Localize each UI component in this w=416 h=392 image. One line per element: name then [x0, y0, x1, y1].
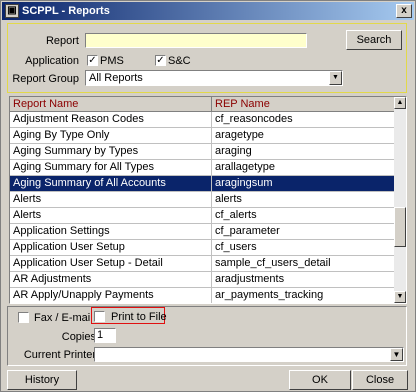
title-bar[interactable]: ▣ SCPPL - Reports x [2, 2, 414, 20]
report-group-value: All Reports [89, 72, 143, 84]
grid-body: Adjustment Reason Codes cf_reasoncodes Agi… [10, 112, 396, 303]
rep-name-cell: aragetype [215, 129, 264, 141]
sc-checkbox[interactable]: ✓ [155, 55, 166, 66]
copies-label: Copies [61, 331, 96, 343]
table-row[interactable]: AR Adjustments aradjustments [10, 272, 396, 288]
chevron-down-icon[interactable]: ▼ [390, 348, 403, 361]
current-printer-select[interactable]: ▼ [94, 347, 404, 362]
table-row[interactable]: Aging Summary of All Accounts aragingsum [10, 176, 396, 192]
search-button[interactable]: Search [346, 30, 402, 50]
output-panel: Fax / E-mail Print to File Copies 1 Curr… [7, 306, 407, 366]
report-group-select[interactable]: All Reports ▼ [85, 70, 343, 86]
fax-email-label: Fax / E-mail [34, 312, 93, 324]
filter-panel: Report Search Application ✓ PMS ✓ S&C Re… [7, 23, 407, 93]
report-group-label: Report Group [12, 73, 79, 85]
app-icon: ▣ [5, 4, 19, 18]
report-search-input[interactable] [85, 33, 307, 48]
table-row[interactable]: Adjustment Reason Codes cf_reasoncodes [10, 112, 396, 128]
report-name-cell: Adjustment Reason Codes [10, 112, 212, 127]
scroll-down-icon[interactable]: ▼ [394, 291, 406, 303]
report-name-cell: Application User Setup [10, 240, 212, 255]
rep-name-cell: aragingsum [215, 177, 273, 189]
pms-checkbox[interactable]: ✓ [87, 55, 98, 66]
copies-input[interactable]: 1 [94, 328, 116, 343]
report-name-cell: AR Apply/Unapply Payments [10, 288, 212, 303]
reports-grid: Report Name REP Name Adjustment Reason C… [9, 96, 407, 304]
report-name-cell: Alerts [10, 192, 212, 207]
close-button-label: Close [365, 374, 395, 386]
rep-name-cell: cf_reasoncodes [215, 113, 293, 125]
rep-name-cell: aradjustments [215, 273, 285, 285]
grid-header: Report Name REP Name [10, 97, 396, 112]
rep-name-cell: sample_cf_users_detail [215, 257, 331, 269]
report-label: Report [45, 35, 79, 47]
rep-name-cell: arallagetype [215, 161, 275, 173]
report-name-cell: Application User Setup - Detail [10, 256, 212, 271]
table-row[interactable]: AR Apply/Unapply Payments ar_payments_tra… [10, 288, 396, 303]
column-header-report-name[interactable]: Report Name [10, 97, 212, 112]
ok-button[interactable]: OK [289, 370, 351, 390]
report-name-cell: Aging Summary for All Types [10, 160, 212, 175]
rep-name-cell: cf_users [215, 241, 257, 253]
scroll-thumb[interactable] [394, 207, 406, 247]
report-name-cell: Aging By Type Only [10, 128, 212, 143]
close-button[interactable]: Close [352, 370, 408, 390]
window-close-button[interactable]: x [396, 4, 412, 18]
rep-name-cell: cf_parameter [215, 225, 280, 237]
rep-name-cell: araging [215, 145, 252, 157]
table-row[interactable]: Application Settings cf_parameter [10, 224, 396, 240]
table-row[interactable]: Aging Summary by Types araging [10, 144, 396, 160]
ok-button-label: OK [312, 374, 328, 386]
table-row[interactable]: Aging Summary for All Types arallagetype [10, 160, 396, 176]
current-printer-label: Current Printer [23, 349, 96, 361]
history-button-label: History [24, 374, 60, 386]
report-name-cell: Alerts [10, 208, 212, 223]
column-header-rep-name[interactable]: REP Name [212, 97, 396, 112]
table-row[interactable]: Application User Setup - Detail sample_cf… [10, 256, 396, 272]
report-name-cell: Aging Summary by Types [10, 144, 212, 159]
rep-name-cell: alerts [215, 193, 242, 205]
search-button-label: Search [356, 34, 392, 46]
history-button[interactable]: History [7, 370, 77, 390]
report-name-cell: Aging Summary of All Accounts [10, 176, 212, 191]
table-row[interactable]: Aging By Type Only aragetype [10, 128, 396, 144]
window-title: SCPPL - Reports [22, 5, 110, 17]
print-to-file-label: Print to File [111, 311, 167, 323]
print-to-file-checkbox[interactable] [94, 311, 105, 322]
chevron-down-icon[interactable]: ▼ [329, 71, 342, 85]
report-name-cell: AR Adjustments [10, 272, 212, 287]
rep-name-cell: cf_alerts [215, 209, 257, 221]
table-row[interactable]: Application User Setup cf_users [10, 240, 396, 256]
application-label: Application [25, 55, 79, 67]
fax-email-checkbox[interactable] [18, 312, 29, 323]
table-row[interactable]: Alerts alerts [10, 192, 396, 208]
rep-name-cell: ar_payments_tracking [215, 289, 324, 301]
report-name-cell: Application Settings [10, 224, 212, 239]
scroll-up-icon[interactable]: ▲ [394, 97, 406, 109]
sc-label: S&C [168, 55, 191, 67]
table-row[interactable]: Alerts cf_alerts [10, 208, 396, 224]
pms-label: PMS [100, 55, 124, 67]
reports-dialog: ▣ SCPPL - Reports x Report Search Applic… [0, 0, 416, 392]
grid-scrollbar[interactable]: ▲ ▼ [394, 97, 406, 303]
